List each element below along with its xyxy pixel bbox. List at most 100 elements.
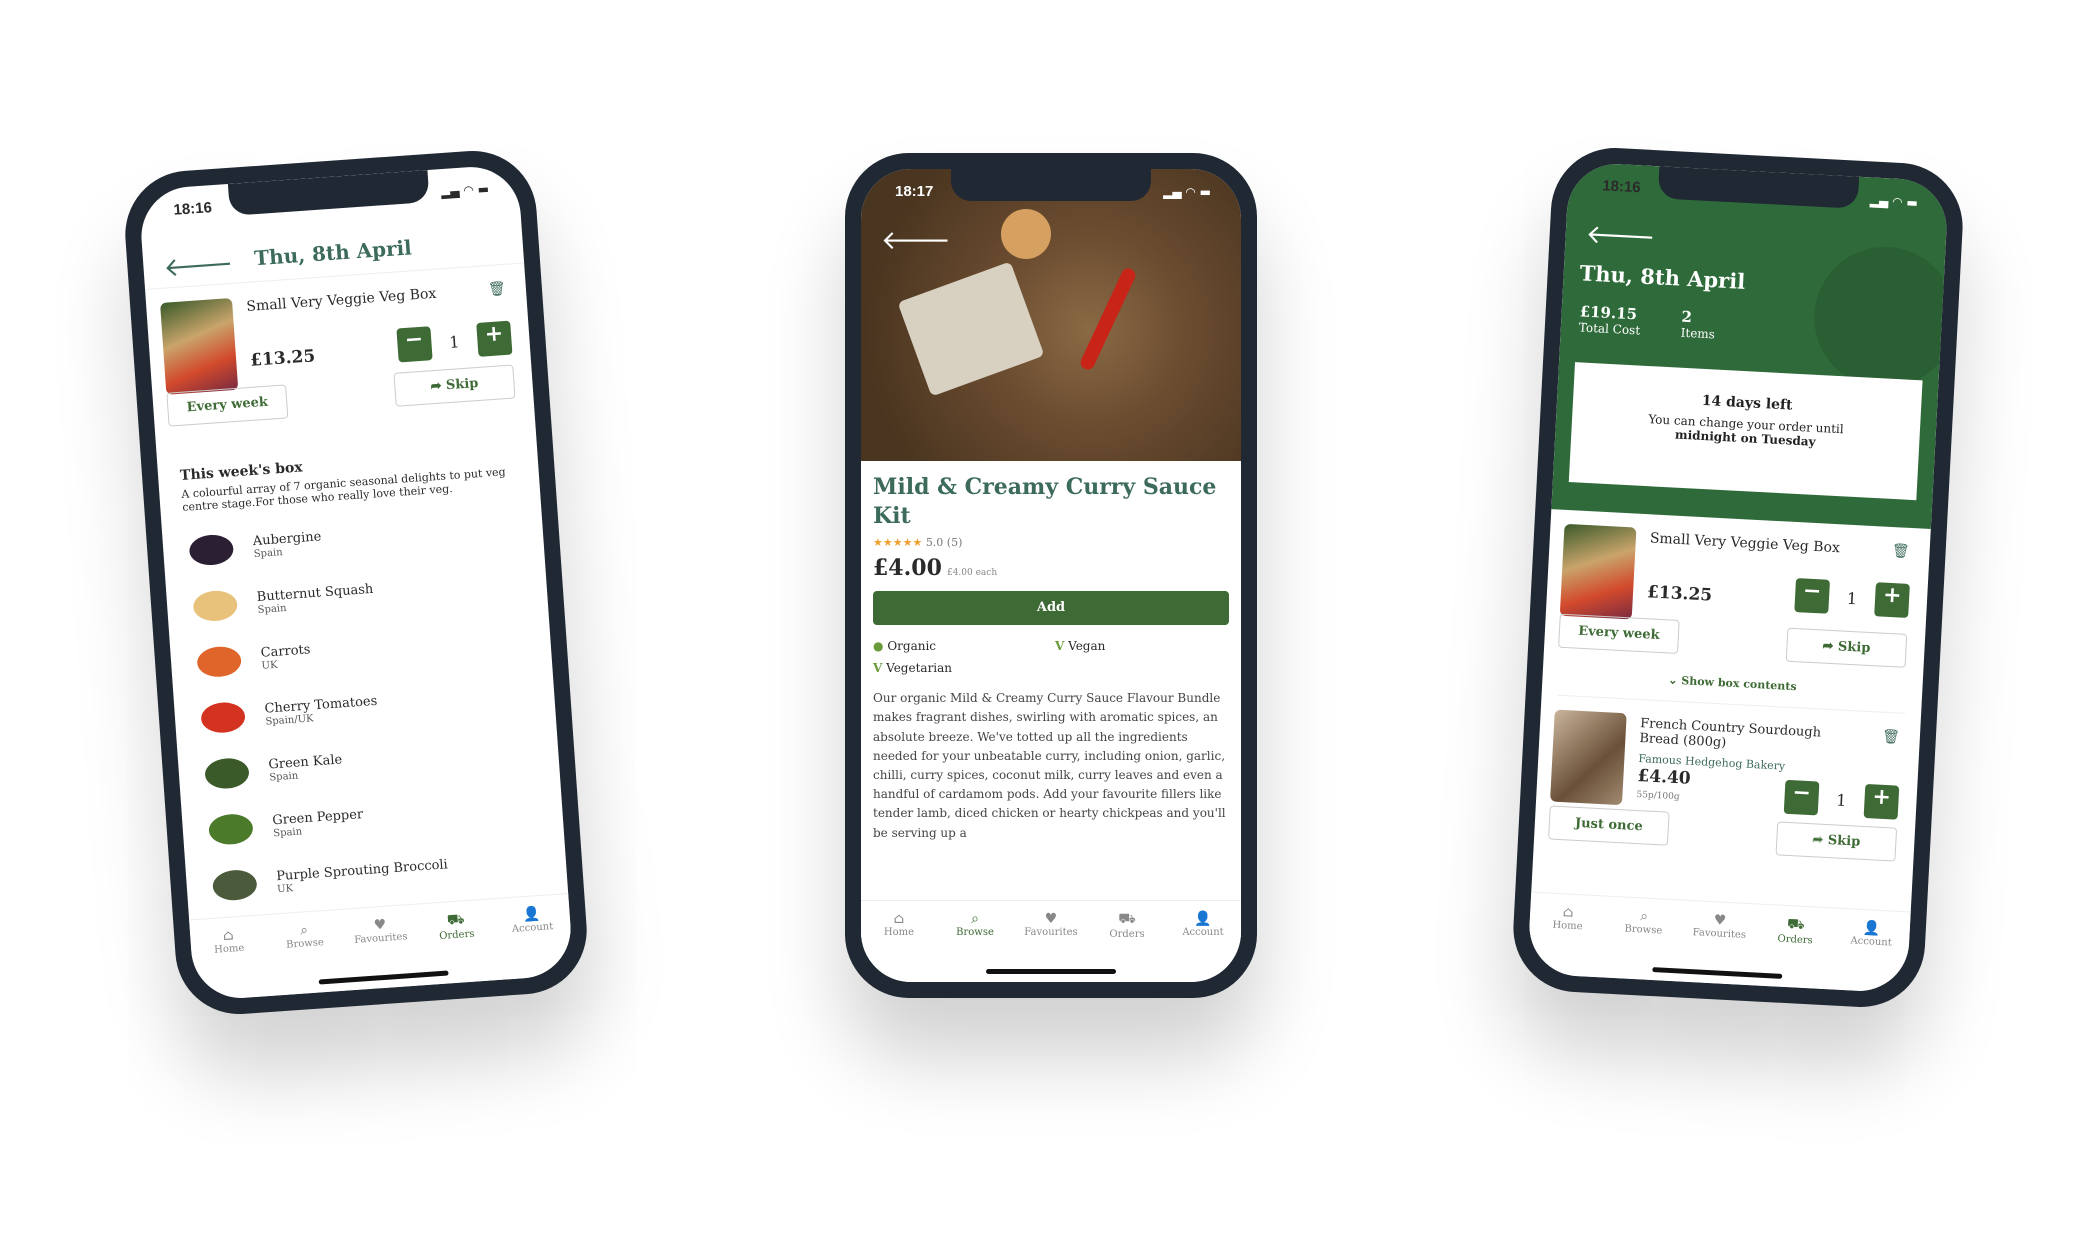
user-icon: 👤 [1194, 911, 1212, 927]
truck-icon: ⛟ [446, 911, 466, 929]
truck-icon: ⛟ [1118, 911, 1136, 927]
product-price: £4.00 [873, 555, 942, 582]
nav-label: Home [213, 942, 245, 956]
veg-image [200, 701, 247, 735]
item-name: Small Very Veggie Veg Box [245, 285, 437, 315]
veg-image [211, 868, 258, 902]
nav-label: Home [1552, 919, 1583, 933]
status-time: 18:17 [895, 183, 934, 200]
product-image: 🡐 [861, 169, 1241, 461]
tag-vegan: V Vegan [1055, 639, 1106, 654]
add-button[interactable]: Add [873, 591, 1229, 626]
unit-price: 55p/100g [1636, 789, 1680, 803]
nav-label: Home [883, 927, 915, 938]
vegan-icon: V [1055, 639, 1065, 654]
nav-home[interactable]: ⌂ Home [1535, 903, 1599, 977]
phone-product-detail: 18:17 ▂▄ ◠ ▬ 🡐 Mild & Creamy Curry Sauce… [845, 153, 1257, 998]
item-price: £13.25 [249, 346, 316, 371]
tag-vegetarian: V Vegetarian [873, 661, 953, 676]
nav-label: Orders [438, 928, 475, 943]
nav-label: Browse [285, 937, 325, 951]
items-count: 2 [1681, 307, 1693, 327]
quantity: 1 [448, 331, 461, 352]
skip-button[interactable]: ➦ Skip [1785, 627, 1908, 668]
unit-price: £4.00 each [946, 568, 998, 579]
veg-origin: UK [261, 659, 278, 672]
tag-organic: ● Organic [873, 639, 937, 654]
status-icons: ▂▄ ◠ ▬ [1163, 185, 1211, 199]
nav-label: Account [1850, 935, 1893, 949]
nav-account[interactable]: 👤 Account [1173, 911, 1233, 982]
status-time: 18:16 [1601, 177, 1642, 197]
rating-text: 5.0 (5) [925, 536, 963, 550]
veg-image [192, 589, 239, 623]
nav-label: Orders [1109, 929, 1145, 940]
veg-box-image [160, 297, 239, 395]
search-icon: ⌕ [1639, 908, 1649, 925]
frequency-button[interactable]: Every week [1558, 613, 1680, 654]
bread-image [1550, 709, 1627, 806]
veg-list: Aubergine Spain Butternut Squash Spain Carro… [162, 499, 568, 917]
nav-label: Browse [1624, 923, 1663, 937]
product-title: Mild & Creamy Curry Sauce Kit [873, 474, 1217, 529]
veg-box-image [1559, 523, 1637, 620]
nav-browse[interactable]: ⌕ Browse [274, 920, 339, 995]
order-item: Small Very Veggie Veg Box 🗑 £13.25 −1 + E… [1543, 509, 1930, 679]
phone-orders-detail: 18:16 ▂▄ ◠ ▬ 🡐 Thu, 8th April Small Very … [121, 146, 591, 1019]
deadline-card: 14 days left You can change your order u… [1568, 362, 1923, 501]
phone-order-summary: 18:16 ▂▄ ◠ ▬ 🡐 Thu, 8th April £19.15 Tota… [1510, 144, 1966, 1011]
veg-image [204, 756, 250, 790]
quantity: 1 [1846, 588, 1858, 608]
trash-icon[interactable]: 🗑 [1891, 543, 1910, 560]
nav-label: Browse [956, 927, 994, 938]
order-item: Small Very Veggie Veg Box 🗑 £13.25 −1 + E… [145, 263, 535, 439]
increase-button[interactable]: + [1874, 582, 1910, 618]
veg-image [207, 812, 254, 846]
quantity: 1 [1835, 789, 1848, 810]
decrease-button[interactable]: − [1783, 779, 1820, 816]
item-price: £4.40 [1636, 766, 1692, 789]
bottom-nav: ⌂ Home ⌕ Browse ♥ Favourites ⛟ Orders 👤 Account [1526, 891, 1911, 994]
item-price: £13.25 [1646, 582, 1713, 606]
nav-label: Favourites [353, 931, 408, 946]
decrease-button[interactable]: − [396, 326, 433, 363]
nav-label: Orders [1777, 933, 1813, 947]
star-rating-icons: ★★★★★ [873, 536, 923, 550]
back-arrow-icon[interactable]: 🡐 [1585, 219, 1656, 254]
trash-icon[interactable]: 🗑 [1882, 729, 1901, 746]
order-item: French Country Sourdough Bread (800g) Fa… [1534, 695, 1921, 865]
search-icon: ⌕ [971, 911, 979, 927]
status-icons: ▂▄ ◠ ▬ [1869, 193, 1919, 210]
increase-button[interactable]: + [1863, 783, 1900, 820]
veg-image [188, 533, 235, 567]
nav-label: Favourites [1692, 927, 1747, 941]
nav-account[interactable]: 👤 Account [501, 904, 566, 979]
increase-button[interactable]: + [476, 320, 513, 357]
product-description: Our organic Mild & Creamy Curry Sauce Fl… [873, 691, 1226, 840]
trash-icon[interactable]: 🗑 [488, 281, 507, 298]
nav-label: Favourites [1024, 927, 1078, 938]
decrease-button[interactable]: − [1794, 578, 1830, 614]
order-header: 🡐 Thu, 8th April £19.15 Total Cost 2 Items… [1551, 161, 1950, 530]
nav-home[interactable]: ⌂ Home [198, 926, 263, 1001]
frequency-button[interactable]: Just once [1548, 805, 1670, 846]
nav-label: Account [1182, 927, 1224, 938]
skip-button[interactable]: ➦ Skip [1775, 821, 1898, 862]
truck-icon: ⛟ [1786, 916, 1806, 933]
skip-button[interactable]: ➦ Skip [393, 364, 516, 407]
item-name: Small Very Veggie Veg Box [1649, 530, 1841, 557]
heart-icon: ♥ [1044, 911, 1058, 927]
vegetarian-icon: V [873, 661, 883, 676]
home-icon: ⌂ [1562, 904, 1574, 921]
total-cost-label: Total Cost [1578, 320, 1641, 338]
nav-label: Account [511, 921, 554, 935]
organic-icon: ● [873, 639, 884, 654]
veg-image [196, 645, 243, 679]
status-time: 18:16 [173, 199, 213, 219]
back-arrow-icon[interactable]: 🡐 [881, 225, 951, 256]
nav-home[interactable]: ⌂ Home [869, 911, 929, 982]
nav-account[interactable]: 👤 Account [1839, 919, 1903, 993]
item-name: French Country Sourdough Bread (800g) [1639, 716, 1822, 751]
frequency-button[interactable]: Every week [166, 384, 289, 427]
items-label: Items [1680, 325, 1716, 342]
